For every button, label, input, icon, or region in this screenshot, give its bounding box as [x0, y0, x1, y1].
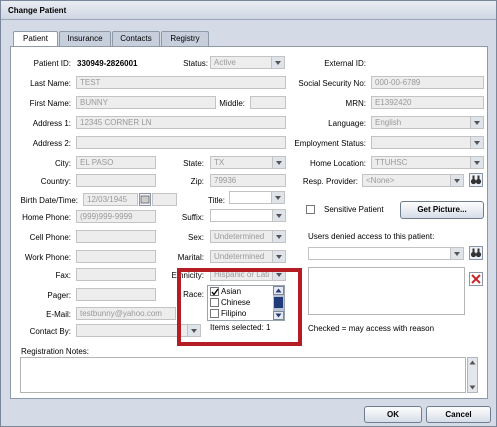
state-label: State: — [183, 159, 204, 168]
arrow-up-icon[interactable] — [468, 359, 477, 366]
fax-label: Fax: — [55, 271, 71, 280]
state-select[interactable]: TX — [210, 156, 286, 169]
patient-id-label: Patient ID: — [33, 59, 71, 68]
employment-status-label: Employment Status: — [294, 139, 366, 148]
sex-label: Sex: — [187, 233, 204, 242]
registration-notes-textarea[interactable] — [20, 357, 466, 393]
title-label: Title: — [207, 196, 225, 205]
country-label: Country: — [40, 177, 71, 186]
window-title: Change Patient — [8, 6, 67, 15]
sensitive-patient-label: Sensitive Patient — [324, 205, 384, 214]
pager-field[interactable] — [76, 288, 156, 301]
employment-status-select[interactable] — [371, 136, 484, 149]
home-location-label: Home Location: — [309, 159, 366, 168]
address2-label: Address 2: — [32, 139, 71, 148]
country-field[interactable] — [76, 174, 156, 187]
zip-field[interactable]: 79936 — [210, 174, 286, 187]
registration-notes-label: Registration Notes: — [21, 347, 90, 356]
cell-phone-field[interactable] — [76, 230, 156, 243]
users-denied-label: Users denied access to this patient: — [308, 232, 435, 241]
last-name-label: Last Name: — [30, 79, 71, 88]
arrow-down-icon[interactable] — [468, 384, 477, 391]
binoculars-button[interactable] — [469, 173, 483, 187]
contact-by-label: Contact By: — [29, 327, 71, 336]
red-x-icon — [471, 274, 481, 284]
middle-label: Middle: — [219, 99, 245, 108]
home-location-select[interactable]: TTUHSC — [371, 156, 484, 169]
language-select[interactable]: English — [371, 116, 484, 129]
title-bar: Change Patient — [1, 1, 496, 20]
marital-label: Marital: — [177, 253, 204, 262]
tab-insurance[interactable]: Insurance — [59, 31, 111, 46]
home-phone-label: Home Phone: — [22, 213, 71, 222]
tab-patient[interactable]: Patient — [13, 31, 58, 47]
cell-phone-label: Cell Phone: — [29, 233, 71, 242]
tab-contacts[interactable]: Contacts — [112, 31, 160, 46]
status-label: Status: — [183, 59, 208, 68]
calendar-button[interactable] — [139, 193, 151, 206]
birth-time-field[interactable] — [152, 193, 177, 206]
last-name-field[interactable]: TEST — [76, 76, 286, 89]
race-highlight-box — [177, 268, 302, 346]
middle-field[interactable] — [250, 96, 286, 109]
status-select[interactable]: Active — [210, 56, 285, 69]
marital-select[interactable]: Undetermined — [210, 250, 286, 263]
binoculars-icon — [470, 248, 482, 258]
ok-button[interactable]: OK — [364, 406, 422, 423]
title-select[interactable] — [229, 191, 285, 204]
change-patient-window: Change Patient Patient Insurance Contact… — [0, 0, 497, 427]
address1-field[interactable]: 12345 CORNER LN — [76, 116, 286, 129]
city-field[interactable]: EL PASO — [76, 156, 156, 169]
sex-select[interactable]: Undetermined — [210, 230, 286, 243]
resp-provider-select[interactable]: <None> — [362, 174, 464, 187]
zip-label: Zip: — [190, 177, 204, 186]
mrn-field[interactable]: E1392420 — [371, 96, 484, 109]
binoculars-icon — [470, 175, 482, 185]
ssn-label: Social Security No: — [298, 79, 366, 88]
calendar-icon — [140, 195, 150, 204]
first-name-label: First Name: — [29, 99, 71, 108]
home-phone-field[interactable]: (999)999-9999 — [76, 210, 156, 223]
notes-scrollbar[interactable] — [467, 357, 478, 393]
work-phone-field[interactable] — [76, 250, 156, 263]
birth-date-label: Birth Date/Time: — [20, 196, 79, 205]
first-name-field[interactable]: BUNNY — [76, 96, 216, 109]
address1-label: Address 1: — [32, 119, 71, 128]
sensitive-patient-checkbox[interactable] — [306, 205, 315, 214]
language-label: Language: — [328, 119, 366, 128]
fax-field[interactable] — [76, 268, 156, 281]
suffix-label: Suffix: — [181, 213, 204, 222]
resp-provider-label: Resp. Provider: — [302, 177, 358, 186]
pager-label: Pager: — [47, 291, 71, 300]
access-note: Checked = may access with reason — [308, 324, 435, 333]
external-id-label: External ID: — [324, 59, 366, 68]
work-phone-label: Work Phone: — [24, 253, 71, 262]
ssn-field[interactable]: 000-00-6789 — [371, 76, 484, 89]
address2-field[interactable] — [76, 136, 286, 149]
tab-registry[interactable]: Registry — [161, 31, 209, 46]
mrn-label: MRN: — [345, 99, 366, 108]
email-field[interactable]: testbunny@yahoo.com — [76, 307, 176, 320]
email-label: E-Mail: — [46, 310, 71, 319]
remove-user-button[interactable] — [469, 272, 483, 286]
users-denied-list[interactable] — [308, 267, 465, 315]
patient-id-value: 330949-2826001 — [77, 59, 138, 68]
get-picture-button[interactable]: Get Picture... — [400, 201, 484, 219]
users-denied-select[interactable] — [308, 247, 464, 260]
birth-date-field[interactable]: 12/03/1945 — [83, 193, 138, 206]
binoculars-button-2[interactable] — [469, 246, 483, 260]
city-label: City: — [55, 159, 71, 168]
cancel-button[interactable]: Cancel — [426, 406, 491, 423]
suffix-select[interactable] — [210, 209, 286, 222]
